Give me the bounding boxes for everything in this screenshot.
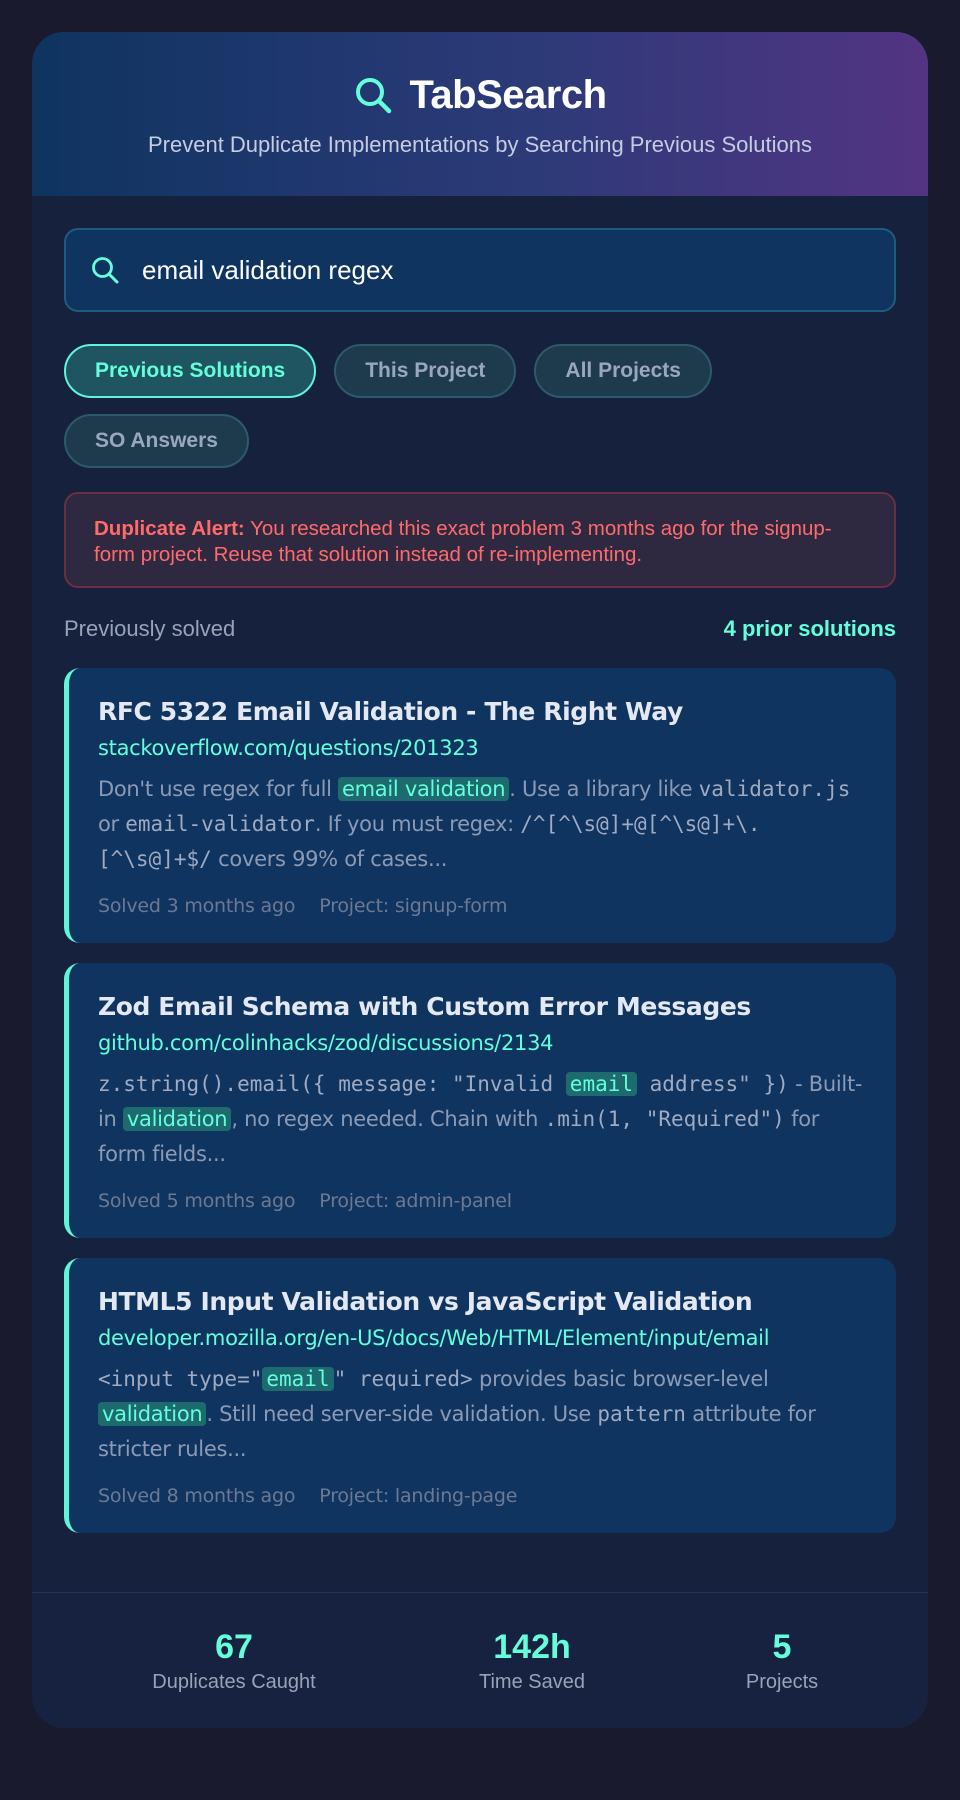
result-title[interactable]: Zod Email Schema with Custom Error Messa…: [98, 991, 866, 1023]
result-snippet: z.string().email({ message: "Invalid ema…: [98, 1067, 866, 1172]
filter-so-answers[interactable]: SO Answers: [64, 414, 249, 468]
main-content: Previous Solutions This Project All Proj…: [32, 196, 928, 1533]
result-snippet: Don't use regex for full email validatio…: [98, 772, 866, 877]
result-project: Project: admin-panel: [319, 1190, 512, 1212]
stat-label: Duplicates Caught: [152, 1671, 316, 1693]
snippet-text: . If you must regex:: [314, 812, 521, 836]
brand: TabSearch: [32, 70, 928, 120]
snippet-text: Don't use regex for full: [98, 777, 339, 801]
results-header: Previously solved 4 prior solutions: [64, 614, 896, 644]
inline-code: email: [569, 1072, 634, 1096]
results-count: 4 prior solutions: [723, 616, 896, 641]
stat-value: 5: [772, 1628, 792, 1666]
app-title: TabSearch: [409, 72, 607, 117]
snippet-text: or: [98, 812, 126, 836]
stat-value: 67: [215, 1628, 253, 1666]
result-solved-date: Solved 5 months ago: [98, 1190, 296, 1212]
search-icon: [92, 257, 119, 284]
inline-code: email-validator: [125, 812, 315, 836]
inline-code: " required>: [333, 1367, 473, 1391]
filter-this-project[interactable]: This Project: [334, 344, 517, 398]
snippet-text: provides basic browser-level: [472, 1367, 769, 1391]
results-title: Previously solved: [64, 616, 236, 641]
app-subtitle: Prevent Duplicate Implementations by Sea…: [147, 132, 813, 157]
snippet-text: , no regex needed. Chain with: [231, 1107, 545, 1131]
inline-code: .min(1, "Required"): [544, 1107, 785, 1131]
result-solved-date: Solved 8 months ago: [98, 1485, 296, 1507]
result-project: Project: signup-form: [319, 895, 508, 917]
filter-previous-solutions[interactable]: Previous Solutions: [64, 344, 317, 398]
inline-code: address" }): [637, 1072, 789, 1096]
filter-tabs: Previous Solutions This Project All Proj…: [64, 344, 784, 468]
search-highlight: email: [262, 1367, 334, 1391]
search-highlight: validation: [122, 1107, 232, 1131]
search-icon: [356, 78, 392, 114]
filter-all-projects[interactable]: All Projects: [534, 344, 712, 398]
stat-projects: 5 Projects: [632, 1627, 928, 1694]
result-url[interactable]: stackoverflow.com/questions/201323: [98, 734, 866, 762]
result-url[interactable]: github.com/colinhacks/zod/discussions/21…: [98, 1029, 866, 1057]
search-bar[interactable]: [64, 228, 896, 312]
search-highlight: validation: [98, 1402, 207, 1426]
result-meta: Solved 3 months ago Project: signup-form: [98, 895, 866, 917]
alert-label: Duplicate Alert:: [94, 517, 245, 540]
result-card[interactable]: RFC 5322 Email Validation - The Right Wa…: [64, 668, 896, 943]
search-highlight: email validation: [338, 777, 510, 801]
result-card[interactable]: Zod Email Schema with Custom Error Messa…: [64, 963, 896, 1238]
inline-code: validator.js: [698, 777, 851, 801]
stat-duplicates: 67 Duplicates Caught: [84, 1627, 384, 1694]
inline-code: email: [266, 1367, 330, 1391]
stats-footer: 67 Duplicates Caught 142h Time Saved 5 P…: [32, 1592, 928, 1728]
results-list: RFC 5322 Email Validation - The Right Wa…: [64, 668, 896, 1533]
snippet-text: . Still need server-side validation. Use: [206, 1402, 598, 1426]
stat-label: Projects: [745, 1671, 819, 1693]
result-url[interactable]: developer.mozilla.org/en-US/docs/Web/HTM…: [98, 1324, 866, 1352]
tabsearch-panel: TabSearch Prevent Duplicate Implementati…: [32, 32, 928, 1728]
snippet-text: covers 99% of cases...: [211, 847, 448, 871]
inline-code: z.string().email({ message: "Invalid: [98, 1072, 566, 1096]
inline-code: <input type=": [98, 1367, 263, 1391]
app-header: TabSearch Prevent Duplicate Implementati…: [32, 32, 928, 196]
result-meta: Solved 8 months ago Project: landing-pag…: [98, 1485, 866, 1507]
search-highlight: email: [565, 1072, 638, 1096]
inline-code: pattern: [597, 1402, 686, 1426]
result-title[interactable]: RFC 5322 Email Validation - The Right Wa…: [98, 696, 866, 728]
result-solved-date: Solved 3 months ago: [98, 895, 296, 917]
duplicate-alert: Duplicate Alert: You researched this exa…: [64, 492, 896, 588]
search-input[interactable]: [142, 254, 894, 286]
result-title[interactable]: HTML5 Input Validation vs JavaScript Val…: [98, 1286, 866, 1318]
result-meta: Solved 5 months ago Project: admin-panel: [98, 1190, 866, 1212]
result-snippet: <input type=" email " required> provides b…: [98, 1362, 866, 1467]
result-card[interactable]: HTML5 Input Validation vs JavaScript Val…: [64, 1258, 896, 1533]
result-project: Project: landing-page: [319, 1485, 518, 1507]
snippet-text: . Use a library like: [509, 777, 699, 801]
